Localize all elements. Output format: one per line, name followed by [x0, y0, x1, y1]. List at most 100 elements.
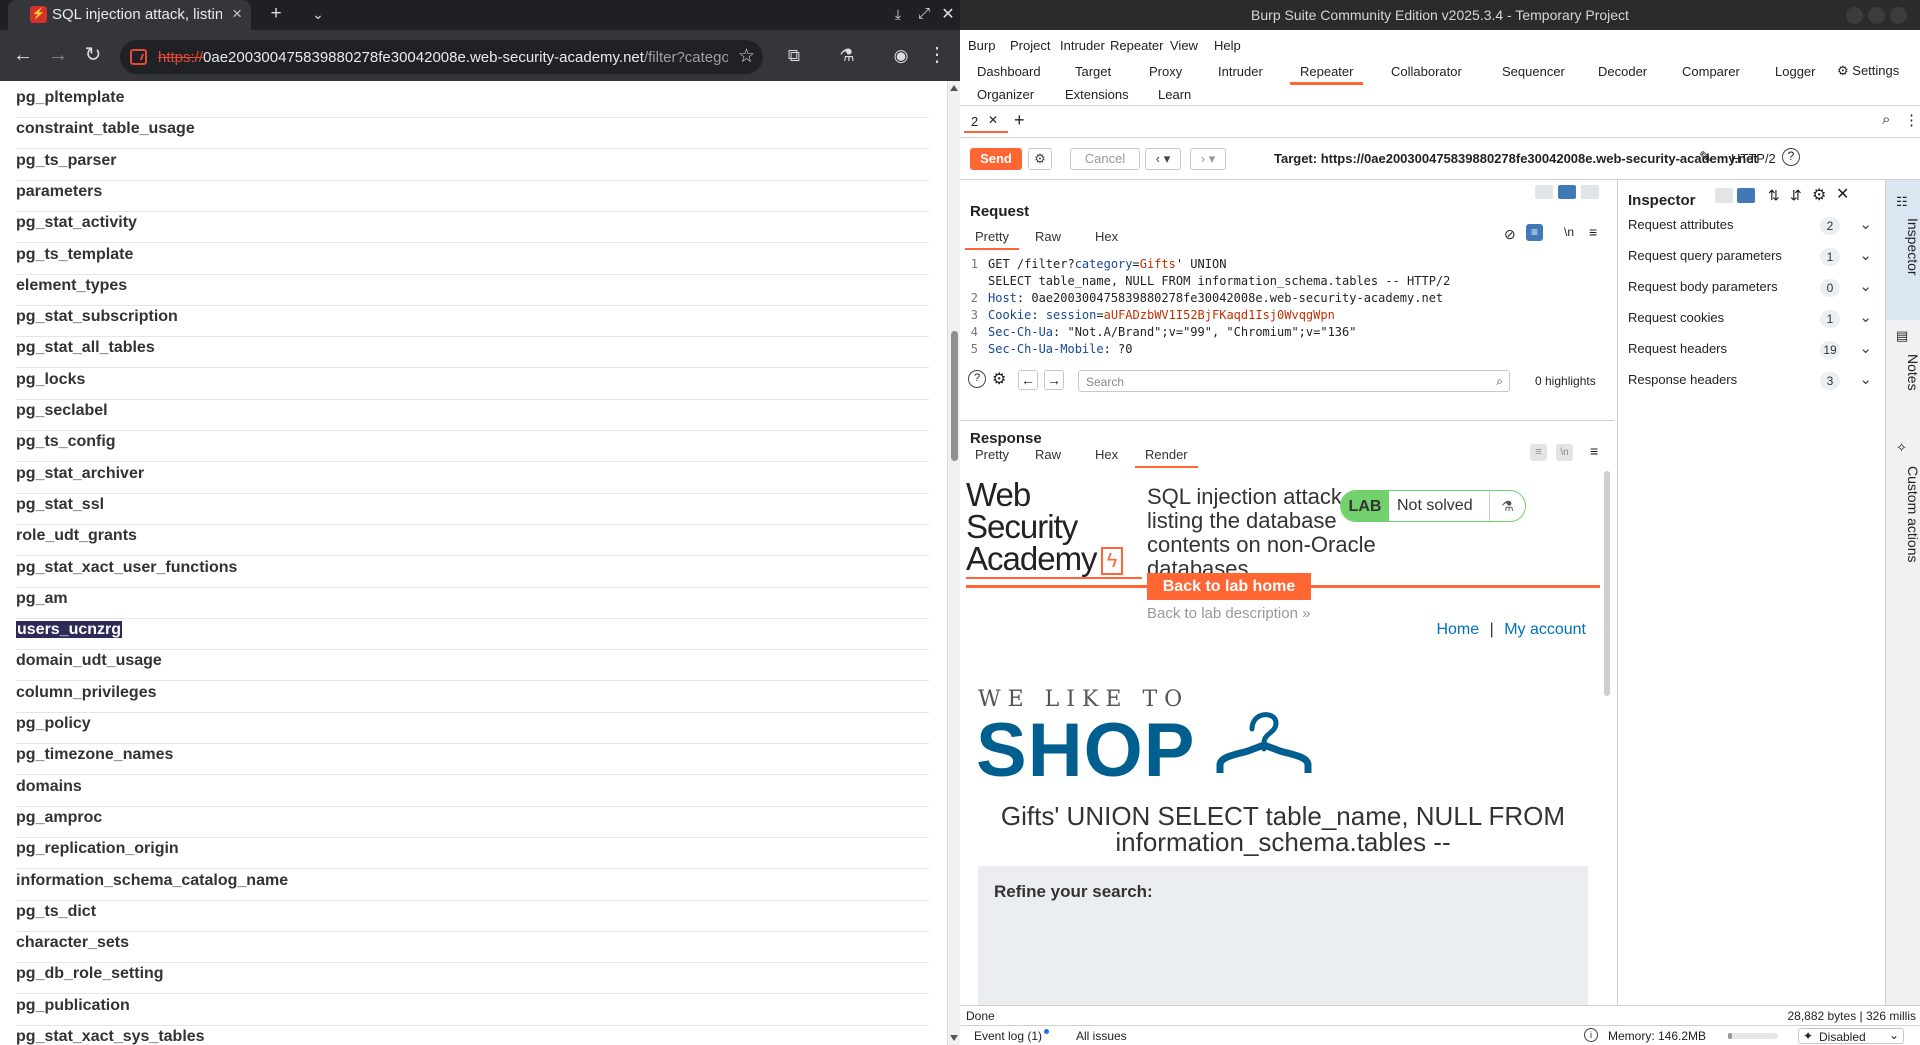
inspector-layout-list-icon[interactable] — [1715, 188, 1733, 203]
minimize-window-icon[interactable] — [1846, 7, 1863, 24]
layout-toggle[interactable] — [1535, 185, 1601, 201]
tab-decoder[interactable]: Decoder — [1598, 64, 1647, 79]
event-log-button[interactable]: Event log (1) — [974, 1029, 1050, 1043]
tab-collaborator[interactable]: Collaborator — [1391, 64, 1462, 79]
chevron-down-icon[interactable]: ⌄ — [1859, 339, 1872, 357]
tab-extensions[interactable]: Extensions — [1065, 87, 1129, 102]
tab-target[interactable]: Target — [1075, 64, 1111, 79]
all-issues-button[interactable]: All issues — [1076, 1029, 1127, 1043]
profile-icon[interactable]: ◉ — [886, 30, 916, 81]
tab-learn[interactable]: Learn — [1158, 87, 1191, 102]
inspector-settings-gear-icon[interactable]: ⚙ — [1812, 185, 1826, 205]
collapse-all-icon[interactable]: ⇵ — [1790, 187, 1802, 204]
scroll-down-arrow-icon[interactable] — [950, 1035, 958, 1041]
menu-help[interactable]: Help — [1214, 38, 1241, 53]
edit-target-pencil-icon[interactable]: ✎ — [1699, 148, 1712, 166]
close-window-icon[interactable]: ✕ — [936, 4, 960, 24]
back-to-lab-home-button[interactable]: Back to lab home — [1147, 573, 1311, 600]
more-options-icon[interactable]: ⋮ — [1904, 111, 1919, 129]
browser-menu-icon[interactable]: ⋮ — [922, 30, 952, 81]
search-settings-gear-icon[interactable]: ⚙ — [992, 369, 1006, 389]
back-to-lab-description-link[interactable]: Back to lab description » — [1147, 605, 1310, 622]
not-secure-icon[interactable] — [130, 49, 147, 65]
cancel-button[interactable]: Cancel — [1070, 148, 1140, 170]
send-button[interactable]: Send — [970, 148, 1022, 170]
back-icon[interactable]: ← — [8, 30, 38, 81]
request-search-input[interactable]: Search ⌕ — [1078, 370, 1510, 392]
pretty-print-icon[interactable]: ≡ — [1526, 224, 1543, 241]
tab-intruder[interactable]: Intruder — [1218, 64, 1263, 79]
tab-organizer[interactable]: Organizer — [977, 87, 1034, 102]
next-match-arrow-icon[interactable]: → — [1044, 370, 1064, 390]
address-bar[interactable]: https://0ae200300475839880278fe30042008e… — [120, 40, 763, 74]
menu-view[interactable]: View — [1170, 38, 1198, 53]
menu-burp[interactable]: Burp — [968, 38, 995, 53]
tab-comparer[interactable]: Comparer — [1682, 64, 1740, 79]
inspector-row[interactable]: Request headers 19 ⌄ — [1628, 339, 1878, 365]
chevron-down-icon[interactable]: ⌄ — [1859, 215, 1872, 233]
close-tab-icon[interactable]: ✕ — [988, 113, 998, 127]
tab-list-icon[interactable]: ⌄ — [306, 6, 330, 23]
extensions-icon[interactable]: ⧉ — [779, 30, 809, 81]
tab-repeater[interactable]: Repeater — [1289, 64, 1365, 85]
render-scrollbar[interactable] — [1604, 471, 1610, 1006]
previous-match-arrow-icon[interactable]: ← — [1018, 370, 1038, 390]
tab-proxy[interactable]: Proxy — [1149, 64, 1182, 79]
inspector-row[interactable]: Request query parameters 1 ⌄ — [1628, 247, 1878, 272]
response-tab-pretty[interactable]: Pretty — [975, 447, 1009, 462]
newline-toggle-icon[interactable]: \n — [1556, 444, 1573, 461]
expand-all-icon[interactable]: ⇅ — [1768, 187, 1780, 204]
new-tab-icon[interactable]: + — [264, 3, 288, 25]
inspector-layout-split-icon[interactable] — [1737, 188, 1755, 203]
home-link[interactable]: Home — [1436, 621, 1479, 638]
response-tab-raw[interactable]: Raw — [1035, 447, 1061, 462]
inspector-row[interactable]: Request cookies 1 ⌄ — [1628, 309, 1878, 334]
layout-tabs-icon[interactable] — [1581, 185, 1599, 199]
response-tab-hex[interactable]: Hex — [1095, 447, 1118, 462]
tab-sequencer[interactable]: Sequencer — [1502, 64, 1565, 79]
inspector-row[interactable]: Response headers 3 ⌄ — [1628, 371, 1878, 396]
pretty-print-icon[interactable]: ≡ — [1530, 444, 1547, 461]
menu-project[interactable]: Project — [1010, 38, 1050, 53]
rendered-response[interactable]: Web Security Academy ϟ SQL injection atta… — [966, 471, 1600, 1006]
scroll-up-arrow-icon[interactable] — [950, 85, 958, 91]
tab-logger[interactable]: Logger — [1775, 64, 1815, 79]
newline-toggle-icon[interactable]: \n — [1564, 225, 1574, 239]
menu-repeater[interactable]: Repeater — [1110, 38, 1163, 53]
search-icon[interactable]: ⌕ — [1882, 111, 1890, 128]
request-tab-pretty[interactable]: Pretty — [965, 229, 1019, 250]
history-forward-icon[interactable]: › ▾ — [1190, 148, 1226, 170]
close-tab-icon[interactable]: × — [232, 4, 242, 24]
maximize-window-icon[interactable] — [1868, 7, 1885, 24]
request-editor[interactable]: 1 GET /filter?category=Gifts' UNION SELECT… — [960, 254, 1614, 360]
forward-icon[interactable]: → — [43, 30, 73, 81]
download-icon[interactable]: ⤓ — [886, 6, 910, 23]
request-tab-hex[interactable]: Hex — [1095, 229, 1118, 244]
hide-nonprintable-icon[interactable]: ⊘ — [1504, 226, 1516, 243]
pane-menu-icon[interactable]: ≡ — [1589, 224, 1597, 240]
ai-disabled-dropdown[interactable]: ✦ Disabled ⌄ — [1798, 1028, 1904, 1044]
close-window-icon[interactable] — [1890, 7, 1907, 24]
layout-columns-icon[interactable] — [1535, 185, 1553, 199]
send-settings-gear-icon[interactable]: ⚙ — [1028, 148, 1052, 170]
inspector-row[interactable]: Request body parameters 0 ⌄ — [1628, 277, 1878, 303]
http-version-toggle[interactable]: HTTP/2 — [1731, 151, 1776, 166]
help-icon[interactable]: ? — [1782, 148, 1800, 166]
bookmark-star-icon[interactable]: ☆ — [738, 45, 755, 68]
tab-dashboard[interactable]: Dashboard — [977, 64, 1041, 79]
custom-actions-side-tab[interactable]: ✧ Custom actions — [1886, 440, 1920, 600]
settings-button[interactable]: ⚙ Settings — [1837, 63, 1899, 79]
scrollbar-thumb[interactable] — [1604, 471, 1610, 696]
page-scrollbar[interactable] — [947, 81, 960, 1045]
request-tab-raw[interactable]: Raw — [1035, 229, 1061, 244]
chevron-down-icon[interactable]: ⌄ — [1859, 277, 1872, 295]
maximize-icon[interactable]: ⤢ — [912, 5, 936, 22]
repeater-tab-2[interactable]: 2 ✕ — [964, 112, 1008, 133]
close-inspector-icon[interactable]: ✕ — [1836, 184, 1849, 204]
url-text[interactable]: https://0ae200300475839880278fe30042008e… — [158, 49, 728, 66]
pane-menu-icon[interactable]: ≡ — [1590, 443, 1598, 459]
reload-icon[interactable]: ↻ — [78, 30, 108, 81]
my-account-link[interactable]: My account — [1504, 621, 1586, 638]
notes-side-tab[interactable]: ▤ Notes — [1886, 328, 1920, 428]
add-tab-icon[interactable]: + — [1014, 110, 1025, 131]
